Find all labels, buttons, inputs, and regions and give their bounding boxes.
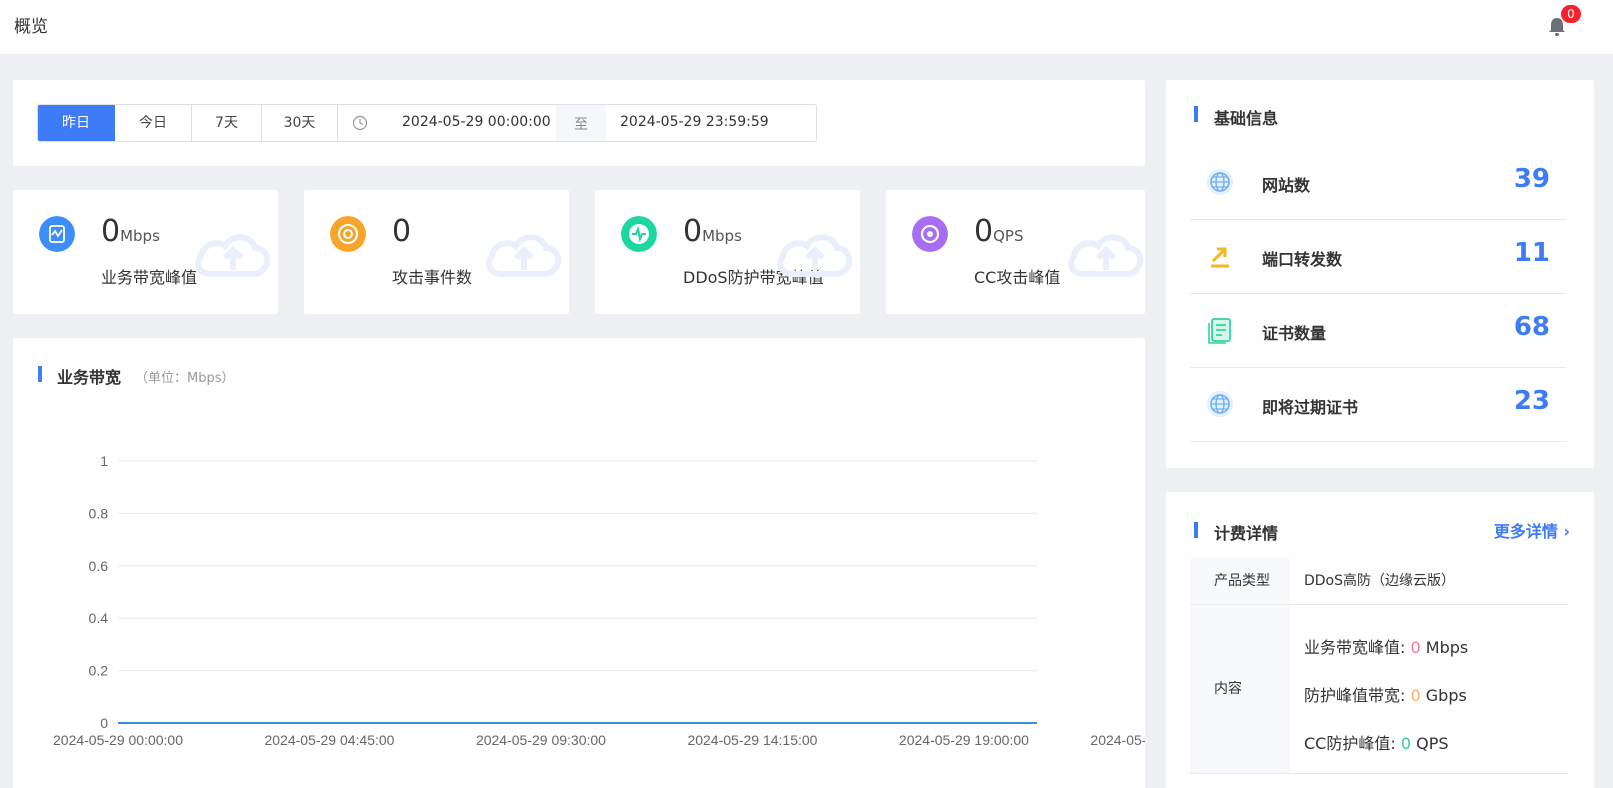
info-row-port-forwards[interactable]: 端口转发数 11: [1190, 220, 1566, 294]
certificate-icon: [1208, 318, 1231, 344]
date-range-picker[interactable]: 2024-05-29 00:00:00 至 2024-05-29 23:59:5…: [338, 105, 816, 141]
x-tick-label: 2024-05-29 00:00:00: [53, 732, 183, 748]
info-value: 68: [1513, 312, 1550, 342]
x-tick-label: 2024-05-29 04:45:00: [264, 732, 394, 748]
x-tick-label: 2024-05-29 09:30:00: [476, 732, 606, 748]
billing-line-protection: 防护峰值带宽: 0 Gbps: [1304, 686, 1467, 705]
content-label: 内容: [1190, 605, 1290, 773]
refresh-icon: [912, 216, 948, 252]
stat-value: 0: [974, 214, 994, 249]
y-tick-label: 0.4: [89, 610, 109, 626]
date-filter-card: 昨日 今日 7天 30天 2024-05-29 00:00:00 至 2024-…: [13, 80, 1145, 166]
product-type-label: 产品类型: [1190, 558, 1290, 604]
info-name: 证书数量: [1262, 324, 1327, 343]
stat-card-attack-events: 0 攻击事件数: [304, 190, 569, 314]
target-icon: [330, 216, 366, 252]
stat-unit: QPS: [993, 227, 1024, 245]
stat-label: 攻击事件数: [392, 268, 473, 287]
notification-badge: 0: [1561, 5, 1581, 23]
cloud-icon: [1068, 234, 1144, 277]
globe-icon: [1207, 169, 1233, 195]
billing-line-bandwidth: 业务带宽峰值: 0 Mbps: [1304, 638, 1469, 657]
info-row-expiring-certificates[interactable]: 即将过期证书 23: [1190, 368, 1566, 442]
cloud-icon: [777, 234, 853, 277]
stat-value: 0: [392, 214, 412, 249]
basic-info-card: 基础信息 网站数 39 端口转发数 11 证书数量 68 即将过期证书 23: [1166, 80, 1594, 468]
range-30days-button[interactable]: 30天: [262, 105, 338, 141]
info-name: 网站数: [1262, 176, 1311, 195]
stat-label: CC攻击峰值: [974, 268, 1061, 287]
pulse-icon: [621, 216, 657, 252]
y-tick-label: 0.2: [89, 663, 109, 679]
range-today-button[interactable]: 今日: [115, 105, 192, 141]
stat-card-bandwidth-peak: 0Mbps 业务带宽峰值: [13, 190, 278, 314]
y-tick-label: 0: [100, 715, 108, 731]
globe-icon: [1207, 391, 1233, 417]
more-details-link[interactable]: 更多详情 ›: [1494, 518, 1570, 542]
stat-value: 0: [683, 214, 703, 249]
y-tick-label: 1: [100, 453, 108, 469]
bandwidth-icon: [39, 216, 75, 252]
stat-value: 0: [101, 214, 121, 249]
info-row-websites[interactable]: 网站数 39: [1190, 146, 1566, 220]
billing-title: 计费详情: [1214, 524, 1279, 543]
section-marker: [1194, 106, 1198, 122]
stat-unit: Mbps: [702, 227, 742, 245]
range-yesterday-button[interactable]: 昨日: [38, 105, 115, 141]
cloud-icon: [486, 234, 562, 277]
bandwidth-line-chart: 0 0.2 0.4 0.6 0.8 1 2024-05-29 00:00:00 2024-05…: [53, 453, 1145, 748]
x-tick-label: 2024-05-29 23:45:0: [1090, 732, 1145, 748]
billing-card: 计费详情 更多详情 › 产品类型 DDoS高防（边缘云版） 内容 业务带宽峰值:…: [1166, 492, 1594, 788]
range-separator: 至: [574, 117, 588, 133]
page-title: 概览: [14, 17, 48, 37]
info-name: 端口转发数: [1262, 250, 1343, 269]
top-bar: 概览 0: [0, 0, 1613, 54]
info-value: 23: [1513, 386, 1550, 416]
more-details-label: 更多详情: [1493, 522, 1558, 541]
x-tick-label: 2024-05-29 19:00:00: [899, 732, 1029, 748]
chevron-right-icon: ›: [1563, 522, 1570, 541]
stat-unit: Mbps: [120, 227, 160, 245]
stat-label: 业务带宽峰值: [101, 268, 198, 287]
arrow-up-right-icon: [1211, 247, 1229, 268]
range-7days-button[interactable]: 7天: [192, 105, 262, 141]
stat-card-ddos-peak: 0Mbps DDoS防护带宽峰值: [595, 190, 860, 314]
bandwidth-chart-card: 业务带宽 （单位：Mbps） 0 0.2 0.4 0.6 0.8 1 2024-05-29 …: [13, 338, 1145, 788]
y-tick-label: 0.6: [89, 558, 109, 574]
billing-line-cc: CC防护峰值: 0 QPS: [1304, 734, 1449, 753]
info-row-certificates[interactable]: 证书数量 68: [1190, 294, 1566, 368]
stat-card-cc-peak: 0QPS CC攻击峰值: [886, 190, 1145, 314]
date-range-selector: 昨日 今日 7天 30天 2024-05-29 00:00:00 至 2024-…: [37, 104, 817, 142]
info-value: 11: [1513, 238, 1550, 268]
end-date-input[interactable]: 2024-05-29 23:59:59: [620, 114, 769, 130]
x-tick-label: 2024-05-29 14:15:00: [687, 732, 817, 748]
info-name: 即将过期证书: [1262, 398, 1359, 417]
cloud-icon: [195, 234, 271, 277]
section-marker: [1194, 522, 1198, 538]
y-tick-label: 0.8: [89, 505, 109, 521]
basic-info-title: 基础信息: [1214, 109, 1279, 128]
info-value: 39: [1513, 164, 1550, 194]
product-type-value: DDoS高防（边缘云版）: [1304, 573, 1456, 589]
start-date-input[interactable]: 2024-05-29 00:00:00: [402, 114, 551, 130]
clock-icon: [352, 115, 368, 131]
